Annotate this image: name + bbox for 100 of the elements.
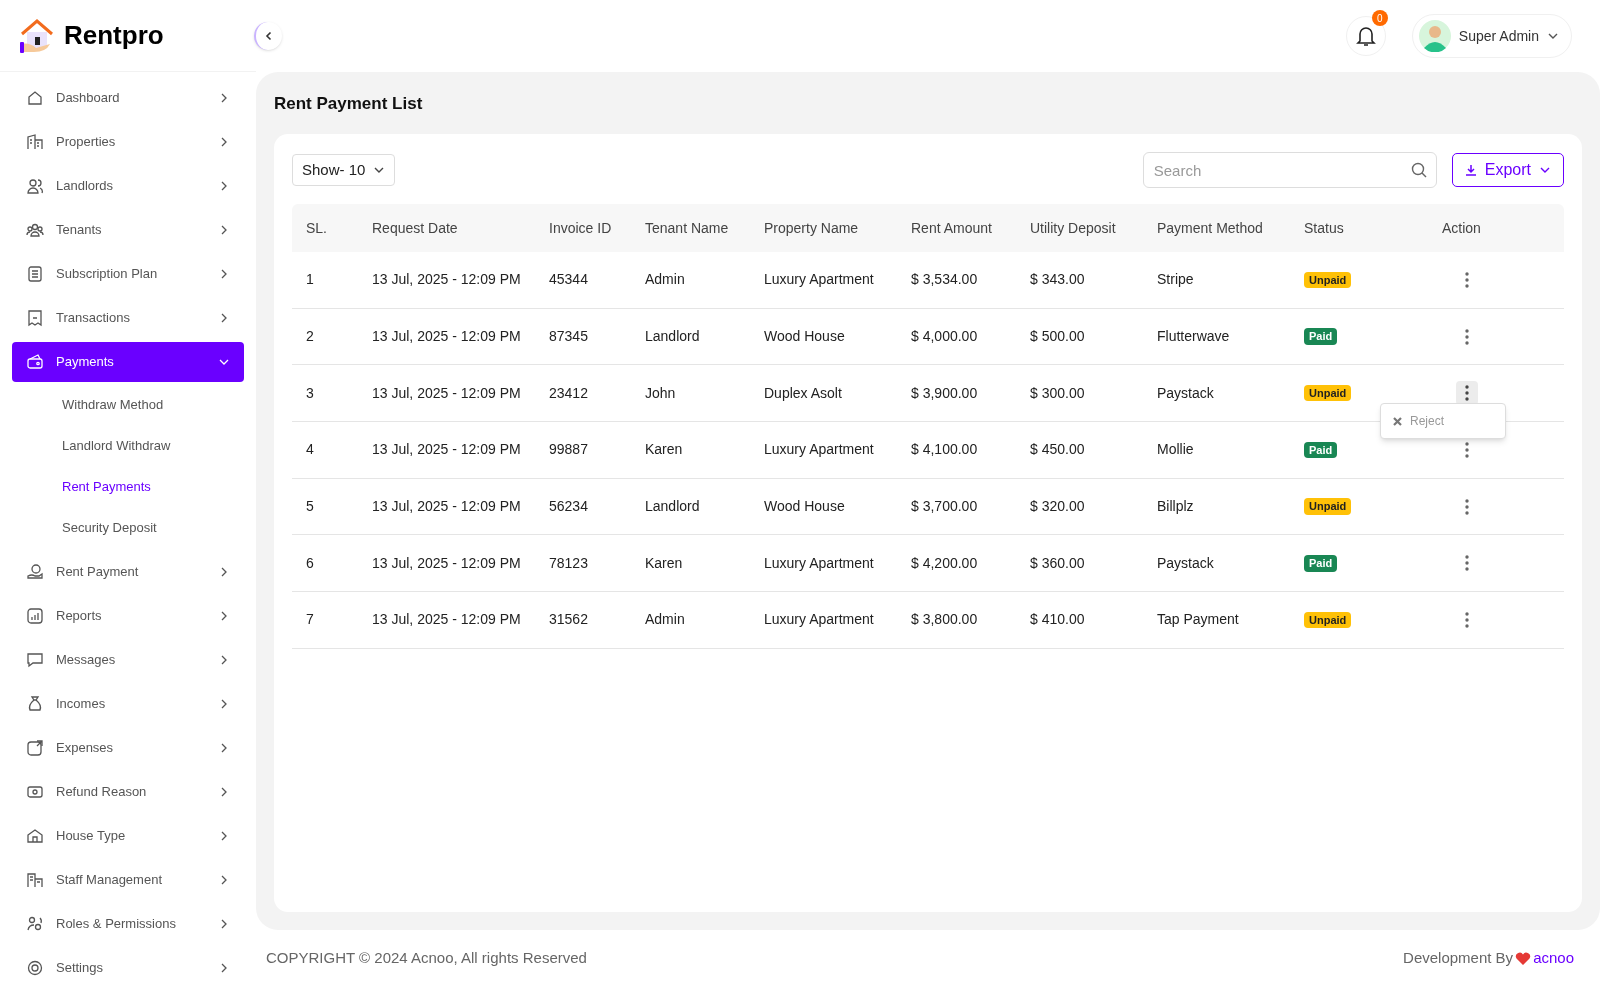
kebab-icon <box>1465 611 1469 628</box>
notification-count-badge: 0 <box>1371 10 1388 26</box>
table-cell-text: Luxury Apartment <box>764 553 874 573</box>
kebab-icon <box>1465 328 1469 345</box>
table-cell-text: 23412 <box>549 383 588 403</box>
house-icon <box>26 827 44 845</box>
table-cell-text: $ 450.00 <box>1030 440 1085 460</box>
cash-icon <box>26 783 44 801</box>
submenu-item[interactable]: Security Deposit <box>12 509 244 546</box>
sidebar-item[interactable]: Expenses <box>12 728 244 768</box>
sidebar-item[interactable]: Payments <box>12 342 244 382</box>
table-cell-text: $ 4,200.00 <box>911 553 978 573</box>
page-size-dropdown[interactable]: Show- 10 <box>292 154 396 186</box>
status-badge: Paid <box>1304 441 1338 459</box>
sidebar-item[interactable]: Reports <box>12 596 244 636</box>
dollar-card-icon <box>26 739 44 757</box>
table-cell-text: $ 343.00 <box>1030 270 1085 290</box>
gear-icon <box>26 959 44 977</box>
sidebar-item[interactable]: Tenants <box>12 210 244 250</box>
submenu-item[interactable]: Rent Payments <box>12 468 244 505</box>
brand-name: Rentpro <box>64 19 164 52</box>
status-badge: Paid <box>1304 555 1338 572</box>
table-cell-text: $ 3,700.00 <box>911 497 978 517</box>
table-cell-text: 6 <box>306 553 314 573</box>
status-badge: Unpaid <box>1304 384 1352 402</box>
search-field[interactable]: Search <box>1142 152 1437 188</box>
more-options-button[interactable] <box>1456 381 1478 406</box>
table-cell-text: 5 <box>306 497 314 517</box>
table-cell-text: $ 3,534.00 <box>911 270 978 290</box>
buildings-icon <box>26 133 44 151</box>
table-cell-text: 45344 <box>549 270 588 290</box>
sidebar-item[interactable]: Properties <box>12 122 244 162</box>
search-icon <box>1410 162 1427 178</box>
copyright-text: COPYRIGHT © 2024 Acnoo, All rights Reserved <box>266 948 587 969</box>
table-cell-text: $ 410.00 <box>1030 610 1085 630</box>
user-swap-icon <box>26 915 44 933</box>
table-cell-text: $ 4,000.00 <box>911 327 978 347</box>
close-icon <box>1393 416 1402 426</box>
table-cell-text: Karen <box>645 553 683 573</box>
chart-icon <box>26 607 44 625</box>
chevron-left-icon <box>264 31 274 41</box>
table-cell-text: Mollie <box>1157 440 1194 460</box>
kebab-icon <box>1465 385 1469 402</box>
column-header: Invoice ID <box>549 218 612 238</box>
column-header: Utility Deposit <box>1030 218 1116 238</box>
sidebar-item[interactable]: Settings <box>12 948 244 987</box>
sidebar-item[interactable]: Dashboard <box>12 78 244 118</box>
table-cell-text: 7 <box>306 610 314 630</box>
submenu-item[interactable]: Withdraw Method <box>12 386 244 423</box>
table-cell-text: Admin <box>645 270 685 290</box>
home-icon <box>26 89 44 107</box>
table-cell-text: John <box>645 383 676 403</box>
sidebar-item[interactable]: House Type <box>12 816 244 856</box>
table-cell-text: Wood House <box>764 327 845 347</box>
status-badge: Unpaid <box>1304 271 1352 289</box>
submenu-item[interactable]: Landlord Withdraw <box>12 427 244 464</box>
receipt-icon <box>26 309 44 327</box>
table-cell-text: Flutterwave <box>1157 327 1230 347</box>
column-header: Status <box>1304 218 1344 238</box>
list-card-icon <box>26 265 44 283</box>
table-cell-text: 13 Jul, 2025 - 12:09 PM <box>372 497 521 517</box>
column-header: Rent Amount <box>911 218 992 238</box>
sidebar-item[interactable]: Landlords <box>12 166 244 206</box>
collapse-sidebar-button[interactable] <box>254 22 282 50</box>
table-cell-text: Billplz <box>1157 497 1194 517</box>
avatar-icon <box>1418 20 1451 52</box>
column-header: Payment Method <box>1157 218 1263 238</box>
status-badge: Unpaid <box>1304 611 1352 629</box>
sidebar-item[interactable]: Messages <box>12 640 244 680</box>
table-cell-text: $ 500.00 <box>1030 327 1085 347</box>
sidebar-item[interactable]: Roles & Permissions <box>12 904 244 944</box>
table-cell-text: 13 Jul, 2025 - 12:09 PM <box>372 440 521 460</box>
table-cell-text: Landlord <box>645 497 700 517</box>
sidebar-item[interactable]: Staff Management <box>12 860 244 900</box>
credit-text: Development By <box>1403 948 1514 969</box>
column-header: SL. <box>306 218 327 238</box>
table-cell-text: 13 Jul, 2025 - 12:09 PM <box>372 383 521 403</box>
status-badge: Unpaid <box>1304 498 1352 515</box>
sidebar-item[interactable]: Incomes <box>12 684 244 724</box>
column-header: Request Date <box>372 218 458 238</box>
table-cell-text: Karen <box>645 440 683 460</box>
table-cell-text: $ 360.00 <box>1030 553 1085 573</box>
table-cell-text: $ 3,900.00 <box>911 383 978 403</box>
export-button[interactable]: Export <box>1451 153 1564 187</box>
sidebar-item[interactable]: Subscription Plan <box>12 254 244 294</box>
sidebar-item[interactable]: Rent Payment <box>12 552 244 592</box>
table-cell-text: 3 <box>306 383 314 403</box>
office-icon <box>26 871 44 889</box>
table-cell-text: 13 Jul, 2025 - 12:09 PM <box>372 610 521 630</box>
table-cell-text: $ 4,100.00 <box>911 440 978 460</box>
house-logo-icon <box>18 17 56 54</box>
money-bag-icon <box>26 695 44 713</box>
table-cell-text: Landlord <box>645 327 700 347</box>
table-cell-text: 13 Jul, 2025 - 12:09 PM <box>372 553 521 573</box>
table-cell-text: Wood House <box>764 497 845 517</box>
table-cell-text: Tap Payment <box>1157 610 1239 630</box>
credit-link[interactable]: acnoo <box>1533 947 1574 970</box>
table-cell-text: $ 3,800.00 <box>911 610 978 630</box>
sidebar-item[interactable]: Transactions <box>12 298 244 338</box>
sidebar-item[interactable]: Refund Reason <box>12 772 244 812</box>
